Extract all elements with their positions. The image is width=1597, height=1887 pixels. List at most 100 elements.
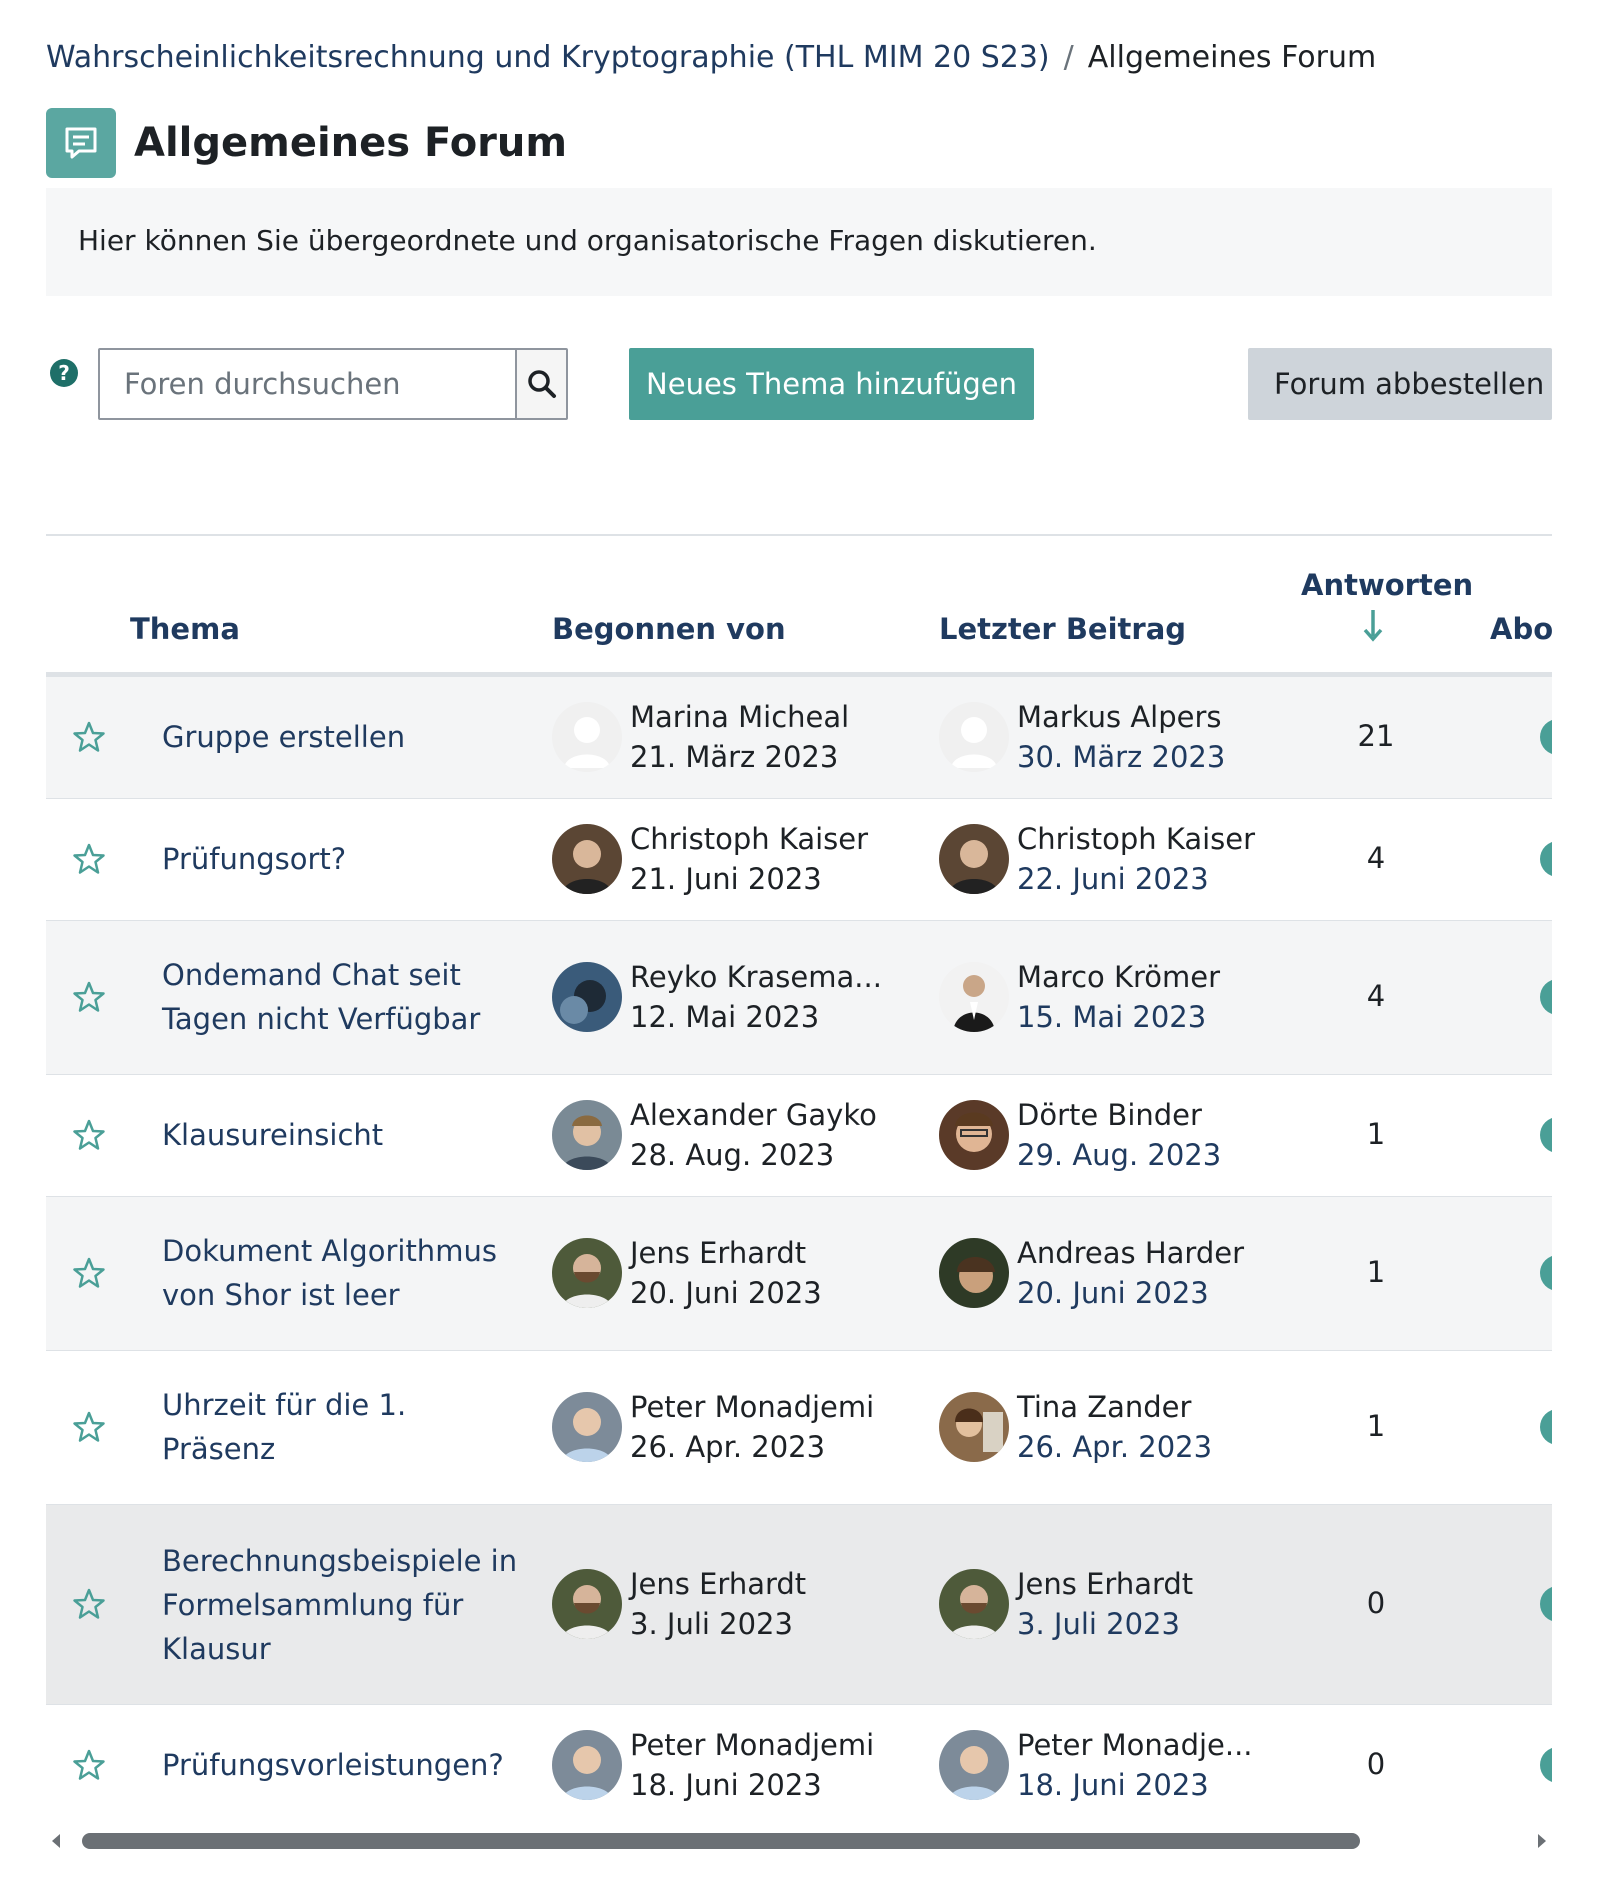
avatar[interactable]: [939, 824, 1009, 894]
topic-link[interactable]: Prüfungsvorleistungen?: [162, 1743, 522, 1787]
last-post-date[interactable]: 30. März 2023: [1017, 737, 1225, 777]
starter-name[interactable]: Jens Erhardt: [630, 1564, 806, 1604]
reply-count[interactable]: 4: [1336, 979, 1416, 1013]
last-author-name[interactable]: Christoph Kaiser: [1017, 819, 1255, 859]
topic-link[interactable]: Ondemand Chat seit Tagen nicht Verfügbar: [162, 953, 522, 1041]
topic-link[interactable]: Klausureinsicht: [162, 1113, 522, 1157]
last-post-date[interactable]: 18. Juni 2023: [1017, 1765, 1253, 1805]
starter-name[interactable]: Peter Monadjemi: [630, 1725, 874, 1765]
add-topic-button[interactable]: Neues Thema hinzufügen: [629, 348, 1034, 420]
topic-link[interactable]: Dokument Algorithmus von Shor ist leer: [162, 1229, 522, 1317]
column-header-antworten[interactable]: Antworten: [1301, 568, 1473, 602]
sort-descending-icon[interactable]: [1363, 608, 1383, 642]
reply-count[interactable]: 4: [1336, 841, 1416, 875]
last-author-name[interactable]: Peter Monadje...: [1017, 1725, 1253, 1765]
topic-link[interactable]: Berechnungsbeispiele in Formelsammlung f…: [162, 1539, 522, 1671]
table-row: Gruppe erstellen Marina Micheal 21. März …: [46, 677, 1552, 799]
subscribe-toggle[interactable]: [1540, 979, 1552, 1015]
subscribe-toggle[interactable]: [1540, 841, 1552, 877]
column-header-begonnen[interactable]: Begonnen von: [552, 612, 786, 646]
search-input[interactable]: [100, 350, 515, 418]
topic-link[interactable]: Uhrzeit für die 1. Präsenz: [162, 1383, 522, 1471]
starter-name[interactable]: Marina Micheal: [630, 697, 849, 737]
star-icon[interactable]: [72, 1587, 106, 1621]
last-author-name[interactable]: Marco Krömer: [1017, 957, 1220, 997]
last-author-name[interactable]: Dörte Binder: [1017, 1095, 1221, 1135]
starter-info: Christoph Kaiser 21. Juni 2023: [552, 819, 868, 899]
avatar[interactable]: [552, 1569, 622, 1639]
avatar[interactable]: [552, 962, 622, 1032]
help-icon[interactable]: ?: [49, 358, 79, 388]
reply-count[interactable]: 1: [1336, 1117, 1416, 1151]
avatar[interactable]: [552, 702, 622, 772]
starter-name[interactable]: Christoph Kaiser: [630, 819, 868, 859]
reply-count[interactable]: 0: [1336, 1586, 1416, 1620]
unsubscribe-button[interactable]: Forum abbestellen: [1248, 348, 1552, 420]
column-header-letzter[interactable]: Letzter Beitrag: [939, 612, 1186, 646]
last-post-date[interactable]: 20. Juni 2023: [1017, 1273, 1244, 1313]
avatar[interactable]: [552, 1392, 622, 1462]
forum-page: Wahrscheinlichkeitsrechnung und Kryptogr…: [0, 0, 1597, 1887]
table-row: Ondemand Chat seit Tagen nicht Verfügbar…: [46, 921, 1552, 1075]
page-title: Allgemeines Forum: [134, 120, 568, 166]
avatar[interactable]: [939, 1100, 1009, 1170]
avatar[interactable]: [939, 1730, 1009, 1800]
star-icon[interactable]: [72, 1410, 106, 1444]
avatar[interactable]: [939, 962, 1009, 1032]
avatar[interactable]: [552, 1730, 622, 1800]
last-author-name[interactable]: Tina Zander: [1017, 1387, 1212, 1427]
column-header-abo[interactable]: Abo: [1490, 612, 1552, 646]
last-post-date[interactable]: 22. Juni 2023: [1017, 859, 1255, 899]
star-icon[interactable]: [72, 720, 106, 754]
horizontal-scrollbar[interactable]: [46, 1826, 1552, 1856]
last-post-info: Christoph Kaiser 22. Juni 2023: [939, 819, 1255, 899]
avatar[interactable]: [939, 1392, 1009, 1462]
avatar[interactable]: [552, 1100, 622, 1170]
last-post-date[interactable]: 3. Juli 2023: [1017, 1604, 1193, 1644]
star-icon[interactable]: [72, 1748, 106, 1782]
breadcrumb-course-link[interactable]: Wahrscheinlichkeitsrechnung und Kryptogr…: [46, 40, 1050, 75]
reply-count[interactable]: 1: [1336, 1409, 1416, 1443]
subscribe-toggle[interactable]: [1540, 1117, 1552, 1153]
starter-name[interactable]: Jens Erhardt: [630, 1233, 822, 1273]
starter-info: Peter Monadjemi 26. Apr. 2023: [552, 1387, 874, 1467]
star-icon[interactable]: [72, 842, 106, 876]
last-post-date[interactable]: 26. Apr. 2023: [1017, 1427, 1212, 1467]
reply-count[interactable]: 21: [1336, 719, 1416, 753]
forum-icon: [46, 108, 116, 178]
starter-name[interactable]: Peter Monadjemi: [630, 1387, 874, 1427]
subscribe-toggle[interactable]: [1540, 1586, 1552, 1622]
starter-name[interactable]: Reyko Krasema...: [630, 957, 882, 997]
last-post-date[interactable]: 15. Mai 2023: [1017, 997, 1220, 1037]
avatar[interactable]: [939, 702, 1009, 772]
topic-link[interactable]: Prüfungsort?: [162, 837, 522, 881]
subscribe-toggle[interactable]: [1540, 1255, 1552, 1291]
search-button[interactable]: [515, 350, 566, 418]
subscribe-toggle[interactable]: [1540, 1747, 1552, 1783]
subscribe-toggle[interactable]: [1540, 1409, 1552, 1445]
last-author-name[interactable]: Jens Erhardt: [1017, 1564, 1193, 1604]
start-date: 28. Aug. 2023: [630, 1138, 835, 1172]
star-icon[interactable]: [72, 980, 106, 1014]
topic-link[interactable]: Gruppe erstellen: [162, 715, 522, 759]
last-author-name[interactable]: Markus Alpers: [1017, 697, 1225, 737]
star-icon[interactable]: [72, 1118, 106, 1152]
subscribe-toggle[interactable]: [1540, 719, 1552, 755]
scroll-right-icon[interactable]: [1536, 1833, 1548, 1849]
forum-description: Hier können Sie übergeordnete und organi…: [46, 188, 1552, 296]
star-icon[interactable]: [72, 1256, 106, 1290]
last-author-name[interactable]: Andreas Harder: [1017, 1233, 1244, 1273]
reply-count[interactable]: 0: [1336, 1747, 1416, 1781]
avatar[interactable]: [552, 1238, 622, 1308]
column-header-thema[interactable]: Thema: [130, 612, 240, 646]
starter-name[interactable]: Alexander Gayko: [630, 1095, 877, 1135]
avatar[interactable]: [939, 1569, 1009, 1639]
avatar[interactable]: [939, 1238, 1009, 1308]
reply-count[interactable]: 1: [1336, 1255, 1416, 1289]
search-icon: [527, 370, 556, 398]
last-post-date[interactable]: 29. Aug. 2023: [1017, 1135, 1221, 1175]
starter-info: Jens Erhardt 20. Juni 2023: [552, 1233, 822, 1313]
scrollbar-thumb[interactable]: [82, 1833, 1360, 1849]
avatar[interactable]: [552, 824, 622, 894]
scroll-left-icon[interactable]: [50, 1833, 62, 1849]
